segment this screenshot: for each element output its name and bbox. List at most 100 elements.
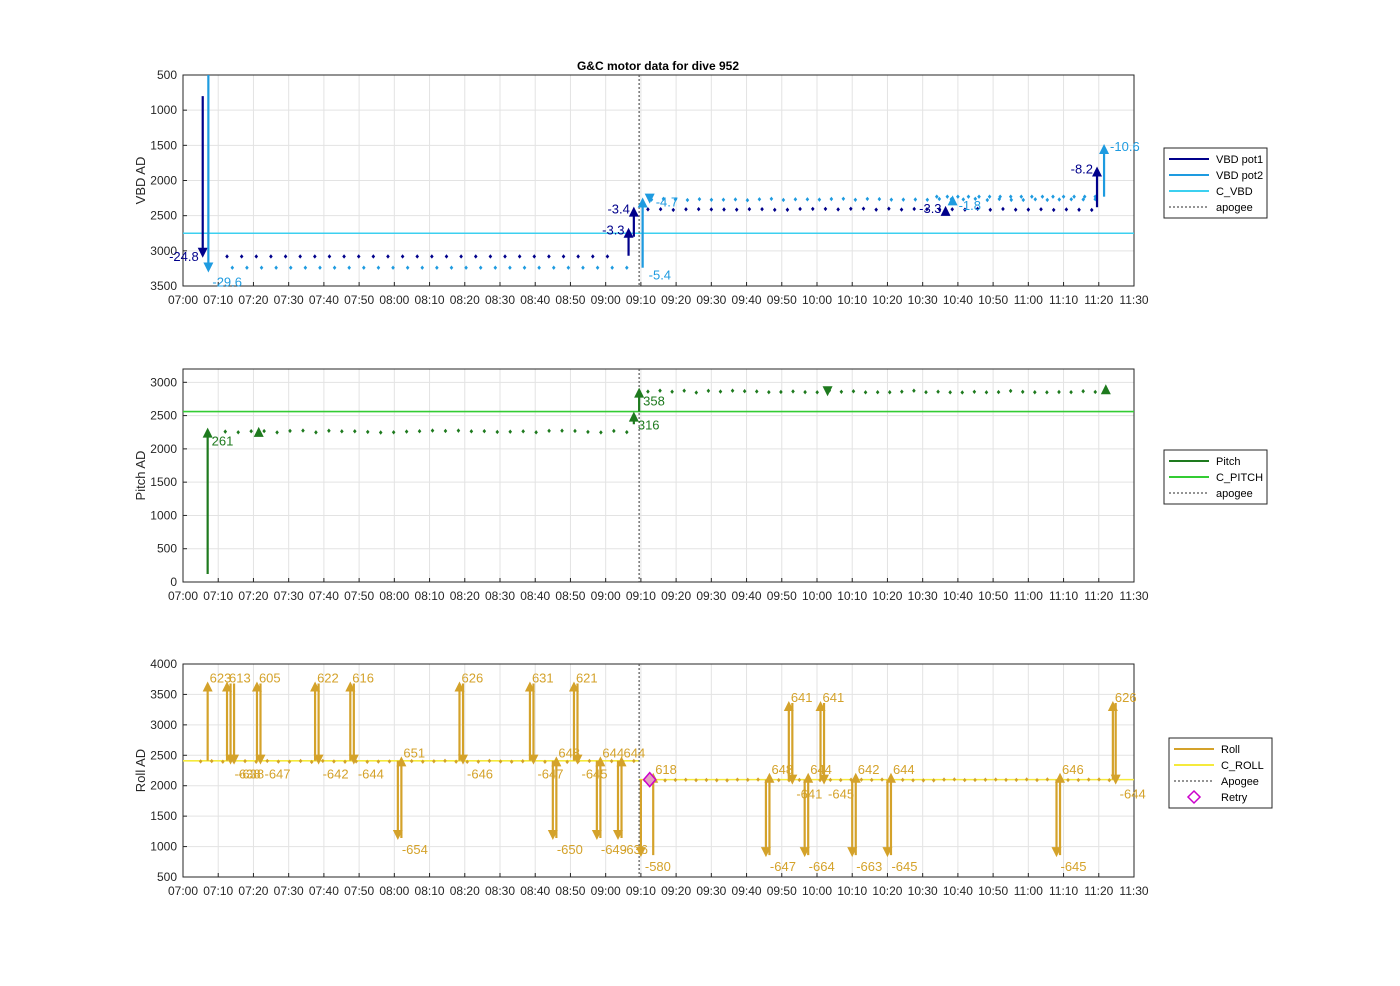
move-label: -638	[238, 767, 264, 782]
y-tick-label: 1500	[150, 138, 177, 152]
x-tick-label: 07:00	[168, 293, 198, 307]
x-tick-label: 09:40	[732, 589, 762, 603]
y-tick-label: 3000	[150, 375, 177, 389]
x-tick-label: 08:20	[450, 589, 480, 603]
x-tick-label: 09:20	[661, 589, 691, 603]
move-label: -654	[402, 842, 428, 857]
move-label: -647	[537, 767, 563, 782]
x-tick-label: 08:00	[379, 884, 409, 898]
move-label: -580	[645, 859, 671, 874]
y-tick-label: 500	[157, 542, 177, 556]
move-label: 358	[643, 394, 665, 409]
move-label: 622	[317, 670, 339, 685]
y-tick-label: 1000	[150, 840, 177, 854]
x-tick-label: 10:50	[978, 293, 1008, 307]
x-tick-label: 09:50	[767, 589, 797, 603]
move-label: 631	[532, 670, 554, 685]
legend-label: C_VBD	[1216, 186, 1253, 198]
x-tick-label: 10:20	[872, 293, 902, 307]
y-tick-label: 2500	[150, 748, 177, 762]
x-tick-label: 11:10	[1049, 884, 1078, 898]
x-tick-label: 09:00	[591, 589, 621, 603]
x-tick-label: 10:40	[943, 589, 973, 603]
y-tick-label: 0	[170, 575, 177, 589]
legend-label: Apogee	[1221, 776, 1259, 788]
x-tick-label: 08:30	[485, 884, 515, 898]
move-label: 644	[624, 745, 646, 760]
move-label: 644	[810, 762, 832, 777]
y-tick-label: 2000	[150, 779, 177, 793]
x-tick-label: 07:00	[168, 589, 198, 603]
move-label: -646	[467, 767, 493, 782]
x-tick-label: 10:00	[802, 884, 832, 898]
x-tick-label: 07:30	[274, 589, 304, 603]
move-label: 613	[229, 670, 251, 685]
x-tick-label: 09:30	[696, 293, 726, 307]
move-label: -5.4	[649, 268, 671, 283]
x-tick-label: 08:50	[555, 589, 585, 603]
move-label: -650	[557, 842, 583, 857]
x-tick-label: 11:20	[1084, 589, 1113, 603]
x-tick-label: 10:40	[943, 884, 973, 898]
y-axis-label: VBD AD	[133, 157, 148, 205]
x-tick-label: 07:40	[309, 884, 339, 898]
move-label: 641	[791, 690, 813, 705]
chart-panel-3: 07:00 07:10 07:20 07:30 07:40 07:50 08:00 08:10…	[133, 657, 1273, 898]
y-tick-label: 1000	[150, 103, 177, 117]
x-tick-label: 09:50	[767, 293, 797, 307]
move-label: -645	[891, 859, 917, 874]
x-tick-label: 07:50	[344, 589, 374, 603]
x-tick-label: 09:20	[661, 884, 691, 898]
move-label: -645	[581, 767, 607, 782]
x-tick-label: 09:00	[591, 293, 621, 307]
move-label: 618	[655, 762, 677, 777]
x-tick-label: 07:20	[238, 293, 268, 307]
x-tick-label: 07:40	[309, 589, 339, 603]
move-label: -647	[264, 767, 290, 782]
x-tick-label: 07:10	[203, 293, 233, 307]
y-axis-label: Roll AD	[133, 749, 148, 792]
legend-label: C_PITCH	[1216, 472, 1263, 484]
x-tick-label: 09:10	[626, 884, 656, 898]
x-tick-label: 08:00	[379, 293, 409, 307]
x-tick-label: 07:30	[274, 293, 304, 307]
x-tick-label: 10:00	[802, 589, 832, 603]
x-tick-label: 09:40	[732, 293, 762, 307]
x-tick-label: 08:30	[485, 589, 515, 603]
legend-label: Retry	[1221, 792, 1248, 804]
move-label: -644	[358, 767, 384, 782]
x-tick-label: 09:40	[732, 884, 762, 898]
move-label: 616	[352, 670, 374, 685]
figure: G&C motor data for dive 952 07:00 07:10 07…	[133, 59, 1273, 898]
move-label: 621	[576, 670, 598, 685]
move-label: 642	[858, 762, 880, 777]
y-tick-label: 2000	[150, 442, 177, 456]
x-tick-label: 11:30	[1119, 293, 1148, 307]
move-label: -1.8	[959, 198, 981, 213]
move-label: -663	[856, 859, 882, 874]
x-tick-label: 09:20	[661, 293, 691, 307]
move-label: -642	[323, 767, 349, 782]
x-tick-label: 08:20	[450, 884, 480, 898]
move-label: 626	[461, 670, 483, 685]
x-tick-label: 09:00	[591, 884, 621, 898]
x-tick-label: 07:50	[344, 884, 374, 898]
x-tick-label: 09:10	[626, 589, 656, 603]
y-tick-label: 2000	[150, 174, 177, 188]
move-label: 644	[893, 762, 915, 777]
x-tick-label: 10:10	[837, 884, 867, 898]
move-label: -29.6	[212, 275, 242, 290]
y-tick-label: 2500	[150, 409, 177, 423]
x-tick-label: 08:50	[555, 884, 585, 898]
chart-panel-1: 07:00 07:10 07:20 07:30 07:40 07:50 08:00 08:10…	[133, 68, 1268, 307]
y-tick-label: 3500	[150, 687, 177, 701]
move-label: 605	[259, 670, 281, 685]
x-tick-label: 11:20	[1084, 884, 1113, 898]
x-tick-label: 09:50	[767, 884, 797, 898]
move-label: -3.3	[602, 223, 624, 238]
move-label: -8.2	[1071, 162, 1093, 177]
x-tick-label: 08:40	[520, 589, 550, 603]
x-tick-label: 11:20	[1084, 293, 1113, 307]
x-tick-label: 11:00	[1014, 293, 1043, 307]
move-label: -10.6	[1110, 139, 1140, 154]
